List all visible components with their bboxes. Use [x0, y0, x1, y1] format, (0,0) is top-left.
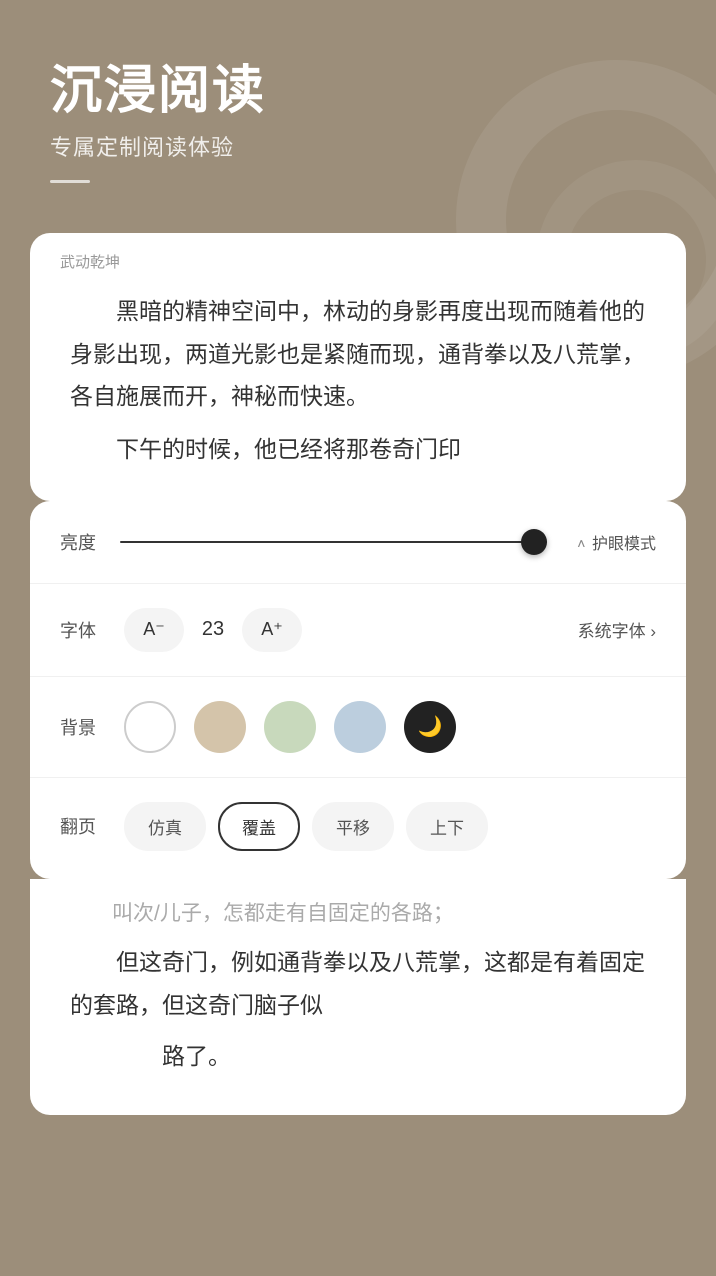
- controls-panel: 亮度 ꘍ 护眼模式 字体 A⁻ 23 A⁺ 系统字体 › 背景: [30, 501, 686, 879]
- paragraph-4: 但这奇门，例如通背拳以及八荒掌，这都是有着固定的套路，但这奇门脑子似: [70, 941, 646, 1026]
- font-increase-button[interactable]: A⁺: [242, 608, 302, 652]
- brightness-thumb[interactable]: [521, 529, 547, 555]
- bg-option-green[interactable]: [264, 701, 316, 753]
- eye-icon: ꘍: [577, 531, 586, 552]
- reading-content: 黑暗的精神空间中，林动的身影再度出现而随着他的身影出现，两道光影也是紧随而现，通…: [30, 280, 686, 500]
- bg-options: 🌙: [124, 701, 456, 753]
- font-controls: A⁻ 23 A⁺: [124, 608, 302, 652]
- page-option-fanzhen[interactable]: 仿真: [124, 802, 206, 851]
- paragraph-5: 路了。: [70, 1035, 646, 1078]
- font-label: 字体: [60, 617, 110, 643]
- eye-mode-label: 护眼模式: [592, 530, 656, 554]
- page-option-shangxia[interactable]: 上下: [406, 802, 488, 851]
- divider-2: [30, 676, 686, 677]
- font-family-button[interactable]: 系统字体 ›: [578, 617, 656, 642]
- page-label: 翻页: [60, 813, 110, 839]
- bg-option-beige[interactable]: [194, 701, 246, 753]
- page-option-fugai[interactable]: 覆盖: [218, 802, 300, 851]
- brightness-track: [120, 541, 547, 543]
- page-option-pingyi[interactable]: 平移: [312, 802, 394, 851]
- main-title: 沉浸阅读: [50, 60, 666, 122]
- bottom-reading-card: 叫次/儿子，怎都走有自固定的各路； 但这奇门，例如通背拳以及八荒掌，这都是有着固…: [30, 879, 686, 1115]
- page-options: 仿真 覆盖 平移 上下: [124, 802, 488, 851]
- font-decrease-label: A⁻: [143, 619, 165, 640]
- eye-mode-control[interactable]: ꘍ 护眼模式: [577, 530, 656, 554]
- moon-icon: 🌙: [418, 714, 443, 739]
- paragraph-1: 黑暗的精神空间中，林动的身影再度出现而随着他的身影出现，两道光影也是紧随而现，通…: [70, 290, 646, 418]
- divider-1: [30, 583, 686, 584]
- bg-option-blue[interactable]: [334, 701, 386, 753]
- header: 沉浸阅读 专属定制阅读体验: [0, 0, 716, 213]
- bg-label: 背景: [60, 714, 110, 740]
- brightness-row: 亮度 ꘍ 护眼模式: [60, 529, 656, 555]
- font-increase-label: A⁺: [261, 619, 283, 640]
- bg-option-dark[interactable]: 🌙: [404, 701, 456, 753]
- font-row: 字体 A⁻ 23 A⁺ 系统字体 ›: [60, 608, 656, 652]
- brightness-slider-container: [120, 541, 547, 543]
- main-subtitle: 专属定制阅读体验: [50, 130, 666, 162]
- book-title: 武动乾坤: [30, 233, 686, 280]
- reading-card-top: 武动乾坤 黑暗的精神空间中，林动的身影再度出现而随着他的身影出现，两道光影也是紧…: [30, 233, 686, 500]
- bg-row: 背景 🌙: [60, 701, 656, 753]
- bg-option-white[interactable]: [124, 701, 176, 753]
- header-divider: [50, 180, 90, 183]
- page-row: 翻页 仿真 覆盖 平移 上下: [60, 802, 656, 851]
- font-decrease-button[interactable]: A⁻: [124, 608, 184, 652]
- paragraph-blur: 叫次/儿子，怎都走有自固定的各路；: [70, 895, 646, 934]
- brightness-label: 亮度: [60, 529, 110, 555]
- paragraph-2: 下午的时候，他已经将那卷奇门印: [70, 428, 646, 471]
- divider-3: [30, 777, 686, 778]
- font-size-value: 23: [198, 618, 228, 641]
- font-family-label: 系统字体 ›: [578, 617, 656, 642]
